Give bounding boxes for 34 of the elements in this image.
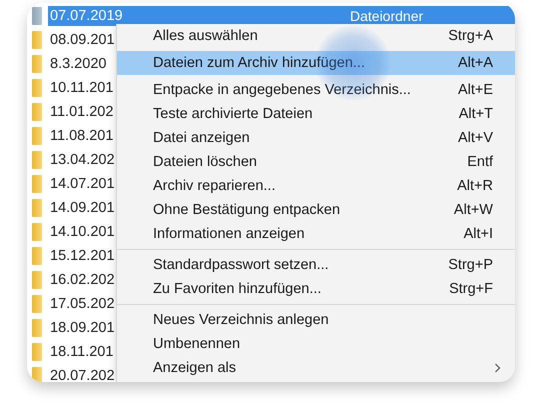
folder-icon [32, 175, 42, 193]
folder-icon [32, 79, 42, 97]
folder-icon [32, 199, 42, 217]
folder-icon [32, 223, 42, 241]
menu-item[interactable]: Standardpasswort setzen... Strg+P [117, 253, 515, 277]
menu-item[interactable]: Alles auswählen Strg+A [117, 24, 515, 48]
folder-icon [32, 367, 42, 382]
folder-icon [32, 31, 42, 49]
folder-icon [32, 271, 42, 289]
menu-item[interactable]: Archiv reparieren... Alt+R [117, 174, 515, 198]
menu-item[interactable]: Informationen anzeigen Alt+I [117, 222, 515, 246]
menu-item[interactable]: Datei anzeigen Alt+V [117, 126, 515, 150]
menu-item[interactable]: Ohne Bestätigung entpacken Alt+W [117, 198, 515, 222]
file-name: 07.07.2019 [49, 8, 123, 24]
menu-item[interactable]: Dateien zum Archiv hinzufügen... Alt+A [117, 51, 515, 75]
folder-icon [32, 151, 42, 169]
menu-item[interactable]: Zu Favoriten hinzufügen... Strg+F [117, 277, 515, 301]
menu-item[interactable]: Teste archivierte Dateien Alt+T [117, 102, 515, 126]
folder-icon [32, 295, 42, 313]
file-name: 17.05.202 [49, 296, 115, 312]
menu-item[interactable]: Umbenennen [117, 332, 515, 356]
folder-icon [32, 103, 42, 121]
folder-icon [32, 247, 42, 265]
folder-icon [32, 127, 42, 145]
folder-icon [32, 55, 42, 73]
menu-item[interactable]: Anzeigen als [117, 356, 515, 380]
menu-item[interactable]: Neues Verzeichnis anlegen [117, 308, 515, 332]
folder-icon [32, 7, 42, 25]
file-type: Dateiordner [350, 8, 424, 24]
chevron-right-icon [494, 363, 501, 373]
menu-item[interactable]: Entpacke in angegebenes Verzeichnis... Alt+E [117, 78, 515, 102]
folder-icon [32, 319, 42, 337]
menu-item[interactable]: Dateien löschen Entf [117, 150, 515, 174]
folder-icon [32, 343, 42, 361]
